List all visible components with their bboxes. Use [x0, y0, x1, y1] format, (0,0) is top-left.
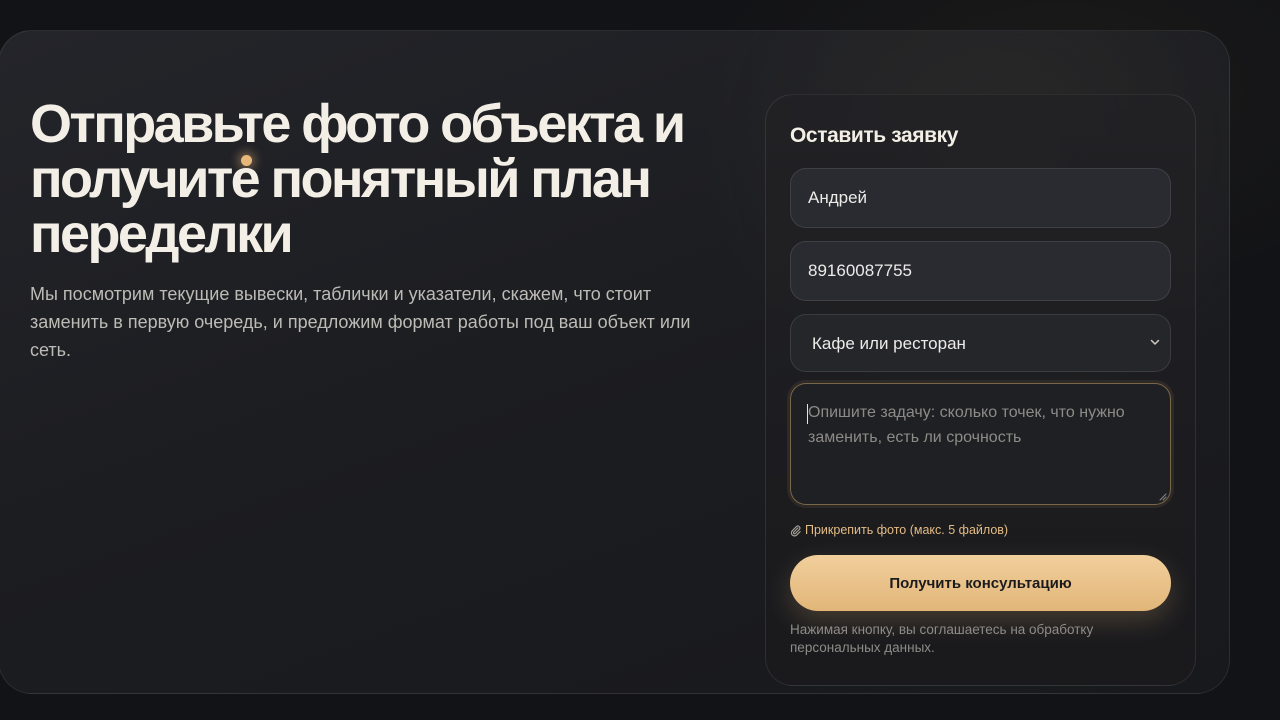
attach-photo-link[interactable]: Прикрепить фото (макс. 5 файлов) — [789, 523, 1008, 537]
business-type-select[interactable]: Кафе или ресторан — [790, 314, 1171, 372]
page: Отправьте фото объекта и получите понятн… — [0, 0, 1280, 720]
hero-title: Отправьте фото объекта и получите понятн… — [30, 94, 686, 264]
phone-input[interactable] — [790, 241, 1171, 301]
attach-photo-label: Прикрепить фото (макс. 5 файлов) — [805, 523, 1009, 537]
request-form: Оставить заявку Кафе или ресторан — [765, 94, 1196, 686]
consent-text: Нажимая кнопку, вы соглашаетесь на обраб… — [790, 622, 1094, 655]
chevron-down-icon — [1150, 339, 1160, 345]
name-input[interactable] — [790, 168, 1171, 228]
business-type-selected: Кафе или ресторан — [812, 334, 966, 353]
task-textarea-wrapper — [790, 383, 1171, 505]
submit-button[interactable]: Получить консультацию — [790, 555, 1171, 611]
hero-subtitle: Мы посмотрим текущие вывески, таблички и… — [30, 284, 691, 360]
text-cursor — [807, 404, 808, 424]
form-title: Оставить заявку — [790, 124, 959, 147]
hero-section: Отправьте фото объекта и получите понятн… — [0, 30, 1230, 694]
task-textarea[interactable] — [791, 384, 1170, 504]
paperclip-icon — [790, 525, 801, 536]
resize-handle-icon[interactable] — [1158, 492, 1167, 501]
